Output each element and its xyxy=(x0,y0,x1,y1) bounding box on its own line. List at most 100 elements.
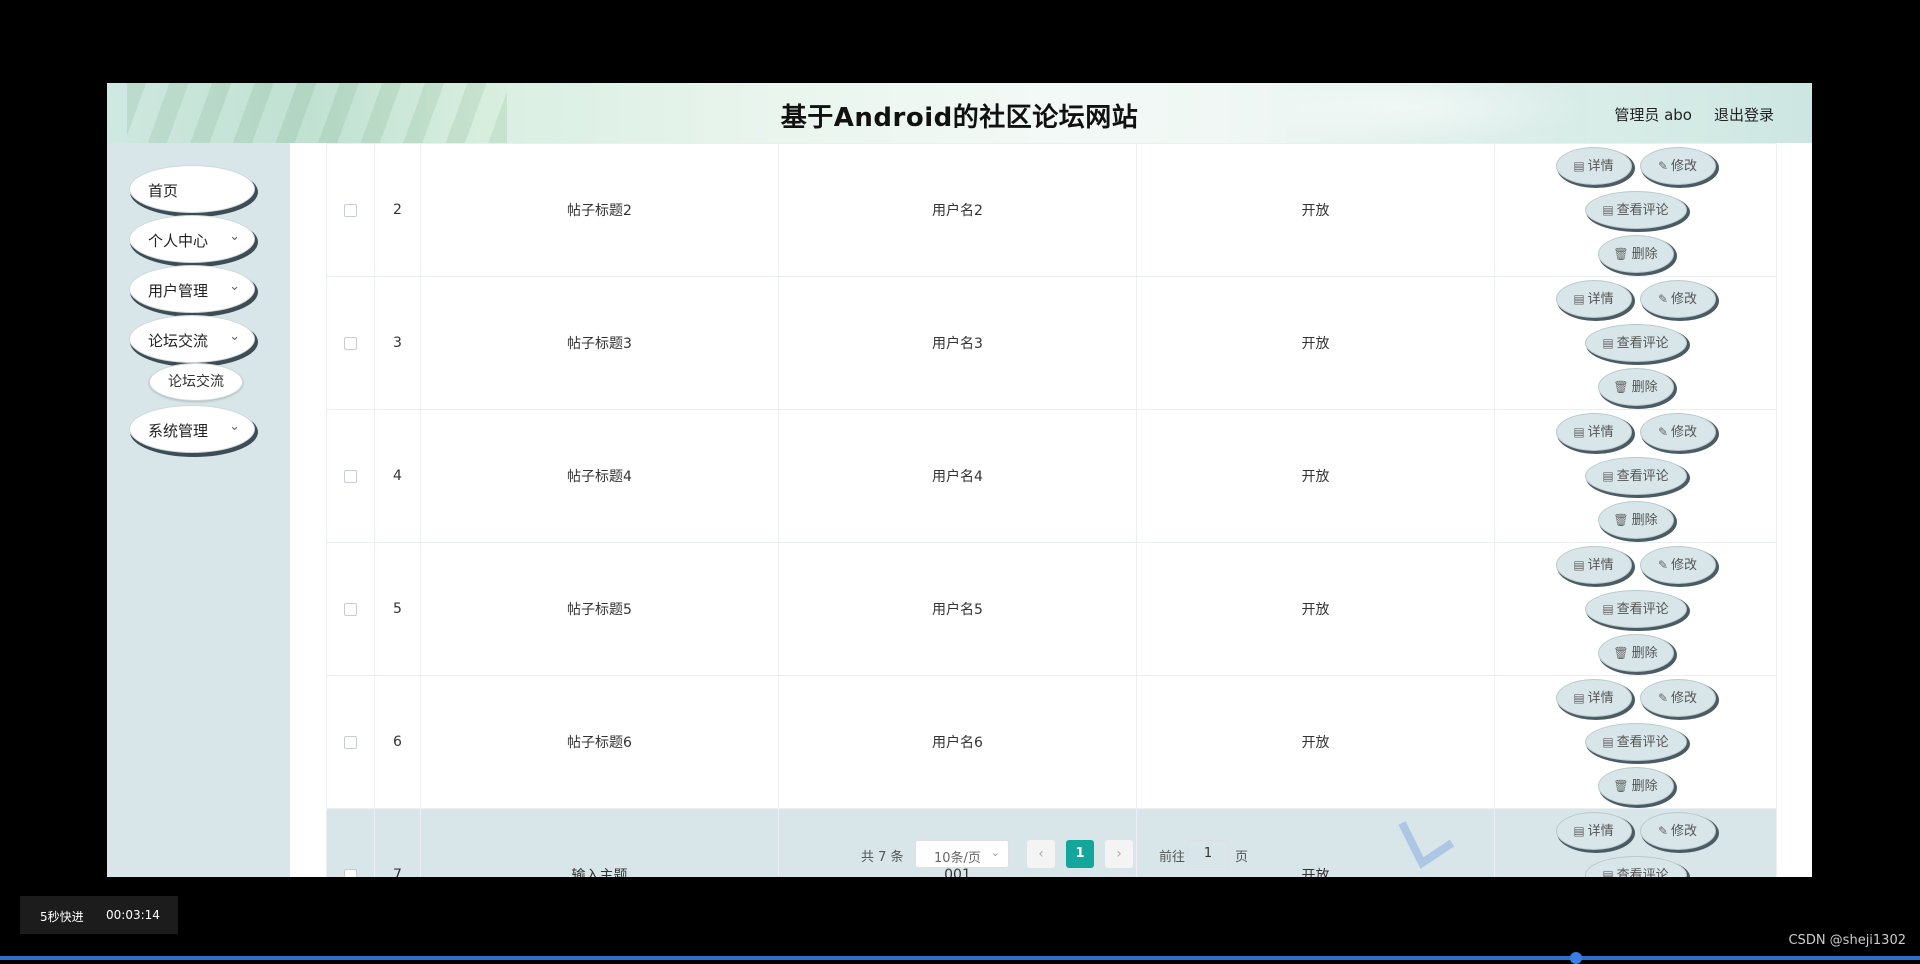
edit-button[interactable]: ✎ 修改 xyxy=(1639,413,1716,451)
sidebar-item-home[interactable]: 首页 xyxy=(129,165,255,213)
post-title: 帖子标题2 xyxy=(420,143,779,277)
page-number-current[interactable]: 1 xyxy=(1066,840,1094,868)
sidebar-item-label: 首页 xyxy=(148,182,179,200)
detail-label: 详情 xyxy=(1587,159,1614,174)
edit-button[interactable]: ✎ 修改 xyxy=(1639,280,1716,318)
submenu-item-forum[interactable]: 论坛交流 xyxy=(149,363,243,401)
sidebar: 首页 个人中心 ⌄ 用户管理 ⌄ 论坛交流 ⌄ 论坛交流 系统管理 ⌄ xyxy=(107,143,290,877)
post-user: 用户名3 xyxy=(778,276,1137,410)
delete-label: 删除 xyxy=(1631,779,1658,794)
comments-label: 查看评论 xyxy=(1616,602,1669,617)
sidebar-item-label: 个人中心 xyxy=(148,232,209,250)
delete-label: 删除 xyxy=(1631,380,1658,395)
page-suffix: 页 xyxy=(1235,850,1249,865)
logout-link[interactable]: 退出登录 xyxy=(1714,104,1774,125)
delete-button[interactable]: 🗑 删除 xyxy=(1597,235,1674,273)
page-size-select[interactable]: 10条/页 ⌄ xyxy=(915,840,1009,868)
delete-label: 删除 xyxy=(1631,247,1658,262)
delete-button[interactable]: 🗑 删除 xyxy=(1597,368,1674,406)
edit-button[interactable]: ✎ 修改 xyxy=(1639,679,1716,717)
post-title: 帖子标题3 xyxy=(420,276,779,410)
detail-label: 详情 xyxy=(1587,558,1614,573)
pencil-icon: ✎ xyxy=(1657,159,1669,173)
row-index: 2 xyxy=(374,143,421,277)
edit-button[interactable]: ✎ 修改 xyxy=(1639,147,1716,185)
chevron-down-icon: ⌄ xyxy=(229,329,240,344)
detail-button[interactable]: ▤ 详情 xyxy=(1555,546,1632,584)
chevron-down-icon: ⌄ xyxy=(990,846,1000,859)
video-progress-bar[interactable] xyxy=(0,952,1920,964)
sidebar-item-user-management[interactable]: 用户管理 ⌄ xyxy=(129,265,255,313)
row-checkbox[interactable] xyxy=(344,735,357,749)
comments-label: 查看评论 xyxy=(1616,203,1669,218)
next-page-button[interactable]: › xyxy=(1105,840,1133,868)
prev-page-button[interactable]: ‹ xyxy=(1027,840,1055,868)
document-icon: ▤ xyxy=(1573,425,1585,439)
view-comments-button[interactable]: ▤ 查看评论 xyxy=(1584,723,1687,761)
delete-button[interactable]: 🗑 删除 xyxy=(1597,634,1674,672)
document-icon: ▤ xyxy=(1573,159,1585,173)
document-icon: ▤ xyxy=(1602,469,1614,483)
detail-button[interactable]: ▤ 详情 xyxy=(1555,413,1632,451)
edit-label: 修改 xyxy=(1671,691,1698,706)
sidebar-item-system-management[interactable]: 系统管理 ⌄ xyxy=(129,405,255,453)
detail-button[interactable]: ▤ 详情 xyxy=(1555,679,1632,717)
document-icon: ▤ xyxy=(1602,203,1614,217)
view-comments-button[interactable]: ▤ 查看评论 xyxy=(1584,324,1687,362)
detail-label: 详情 xyxy=(1587,292,1614,307)
player-skip-badge[interactable]: 5秒快进 00:03:14 xyxy=(20,896,178,934)
goto-page-input[interactable]: 1 xyxy=(1187,840,1229,868)
post-status: 开放 xyxy=(1136,675,1495,809)
view-comments-button[interactable]: ▤ 查看评论 xyxy=(1584,191,1687,229)
progress-handle[interactable] xyxy=(1570,952,1582,964)
trash-icon: 🗑 xyxy=(1613,247,1629,261)
post-status: 开放 xyxy=(1136,409,1495,543)
table-row: 3 帖子标题3 用户名3 开放 ▤ 详情 ✎ 修改▤ 查看评论🗑 删除 xyxy=(326,276,1777,410)
trash-icon: 🗑 xyxy=(1613,380,1629,394)
post-user: 用户名5 xyxy=(778,542,1137,676)
posts-table: 2 帖子标题2 用户名2 开放 ▤ 详情 ✎ 修改▤ 查看评论🗑 删除 3 帖子标题3 用户名3 开放 ▤ 详… xyxy=(326,143,1777,877)
row-checkbox[interactable] xyxy=(344,336,357,350)
pencil-icon: ✎ xyxy=(1657,558,1669,572)
detail-button[interactable]: ▤ 详情 xyxy=(1555,280,1632,318)
table-row: 5 帖子标题5 用户名5 开放 ▤ 详情 ✎ 修改▤ 查看评论🗑 删除 xyxy=(326,542,1777,676)
top-header: 基于Android的社区论坛网站 管理员 abo 退出登录 xyxy=(107,83,1812,143)
table-row: 2 帖子标题2 用户名2 开放 ▤ 详情 ✎ 修改▤ 查看评论🗑 删除 xyxy=(326,143,1777,277)
chevron-down-icon: ⌄ xyxy=(229,229,240,244)
row-checkbox[interactable] xyxy=(344,469,357,483)
sidebar-item-label: 用户管理 xyxy=(148,282,209,300)
trash-icon: 🗑 xyxy=(1613,513,1629,527)
row-index: 3 xyxy=(374,276,421,410)
document-icon: ▤ xyxy=(1573,691,1585,705)
app-window: 基于Android的社区论坛网站 管理员 abo 退出登录 首页 个人中心 ⌄ … xyxy=(107,83,1812,877)
sidebar-item-label: 论坛交流 xyxy=(148,332,209,350)
sidebar-item-personal-center[interactable]: 个人中心 ⌄ xyxy=(129,215,255,263)
edit-button[interactable]: ✎ 修改 xyxy=(1639,546,1716,584)
detail-button[interactable]: ▤ 详情 xyxy=(1555,147,1632,185)
row-checkbox[interactable] xyxy=(344,602,357,616)
document-icon: ▤ xyxy=(1573,558,1585,572)
document-icon: ▤ xyxy=(1602,735,1614,749)
delete-button[interactable]: 🗑 删除 xyxy=(1597,767,1674,805)
row-checkbox-cell xyxy=(326,675,375,809)
row-actions: ▤详情✎修改▤查看评论🗑删除 xyxy=(1494,542,1777,676)
edit-label: 修改 xyxy=(1671,558,1698,573)
view-comments-button[interactable]: ▤ 查看评论 xyxy=(1584,457,1687,495)
row-checkbox-cell xyxy=(326,143,375,277)
playback-time: 00:03:14 xyxy=(106,908,160,922)
post-user: 用户名2 xyxy=(778,143,1137,277)
post-status: 开放 xyxy=(1136,542,1495,676)
chevron-down-icon: ⌄ xyxy=(229,419,240,434)
row-checkbox-cell xyxy=(326,542,375,676)
delete-button[interactable]: 🗑 删除 xyxy=(1597,501,1674,539)
page-size-value: 10条/页 xyxy=(934,851,981,866)
comments-label: 查看评论 xyxy=(1616,735,1669,750)
sidebar-item-forum[interactable]: 论坛交流 ⌄ xyxy=(129,315,255,363)
row-checkbox[interactable] xyxy=(344,203,357,217)
row-checkbox-cell xyxy=(326,276,375,410)
row-checkbox-cell xyxy=(326,409,375,543)
view-comments-button[interactable]: ▤ 查看评论 xyxy=(1584,590,1687,628)
document-icon: ▤ xyxy=(1573,292,1585,306)
post-title: 帖子标题6 xyxy=(420,675,779,809)
row-index: 4 xyxy=(374,409,421,543)
